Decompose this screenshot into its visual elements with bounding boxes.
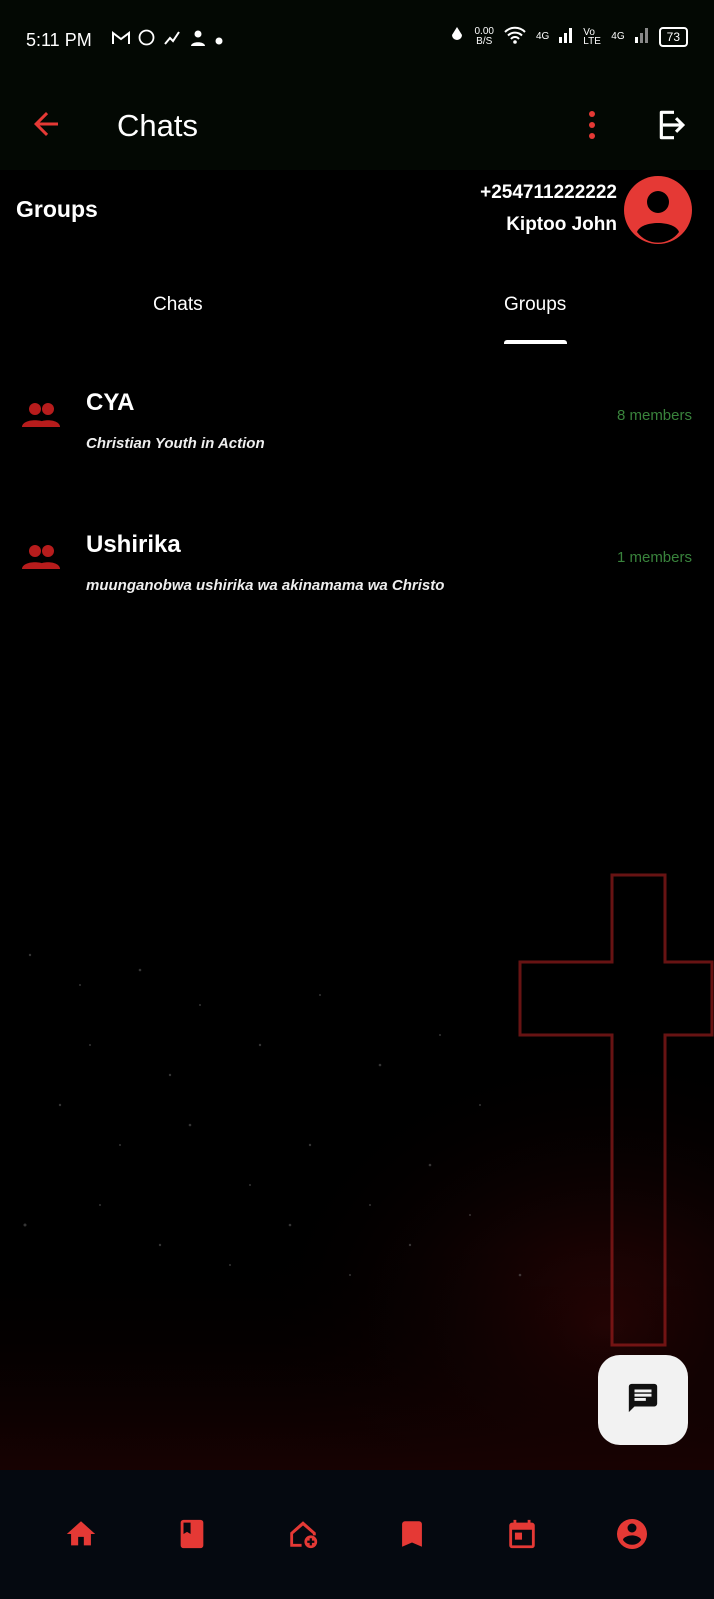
book-icon[interactable] (174, 1516, 210, 1552)
whatsapp-icon (138, 29, 155, 51)
group-icon (22, 543, 60, 576)
tab-bar: Chats Groups (0, 260, 714, 347)
user-header: Groups +254711222222 Kiptoo John (0, 170, 714, 260)
dot-icon (215, 30, 223, 50)
user-name: Kiptoo John (506, 214, 617, 235)
user-phone: +254711222222 (480, 182, 617, 203)
status-time: 5:11 PM (26, 30, 92, 50)
wifi-icon (504, 26, 526, 47)
tab-chats[interactable]: Chats (153, 294, 203, 316)
home-icon[interactable] (63, 1516, 99, 1552)
gmail-icon (112, 30, 130, 50)
data-rate-value: 0.00 (474, 25, 494, 37)
bottom-navigation (0, 1470, 714, 1599)
data-saver-icon (450, 26, 464, 47)
avatar[interactable] (624, 176, 692, 244)
signal-icon (634, 27, 649, 46)
network-1: 4G (535, 31, 550, 42)
people-icon (189, 29, 207, 51)
notification-icons (112, 29, 223, 51)
data-rate: 0.00 B/S (474, 25, 494, 47)
group-icon (22, 401, 60, 434)
back-arrow-icon[interactable] (28, 106, 64, 147)
list-item[interactable]: CYA Christian Youth in Action 8 members (0, 367, 714, 497)
bookmark-icon[interactable] (394, 1516, 430, 1552)
signal-icon (559, 27, 573, 46)
new-chat-button[interactable] (598, 1355, 688, 1445)
tab-groups[interactable]: Groups (504, 294, 566, 316)
battery-indicator: 73 (658, 26, 688, 47)
logout-icon[interactable] (655, 106, 693, 149)
add-church-icon[interactable] (285, 1516, 321, 1552)
network-2: Vo LTE (583, 26, 601, 47)
system-status: 0.00 B/S 4G Vo LTE 4G 73 (450, 26, 688, 47)
list-item[interactable]: Ushirika muunganobwa ushirika wa akinama… (0, 509, 714, 639)
member-count: 1 members (616, 549, 692, 566)
group-description: muunganobwa ushirika wa akinamama wa Chr… (86, 577, 445, 594)
tab-indicator (504, 340, 567, 344)
app-bar: Chats (0, 82, 714, 170)
group-name: CYA (86, 389, 135, 416)
group-description: Christian Youth in Action (86, 435, 265, 452)
group-name: Ushirika (86, 531, 181, 558)
chat-icon (626, 1381, 660, 1420)
section-label: Groups (16, 196, 98, 222)
more-vert-icon[interactable] (585, 108, 599, 147)
page-title: Chats (117, 108, 198, 143)
data-rate-unit: B/S (476, 35, 493, 47)
member-count: 8 members (616, 407, 692, 424)
account-icon[interactable] (614, 1516, 650, 1552)
activity-icon (163, 29, 181, 51)
calendar-icon[interactable] (504, 1516, 540, 1552)
network-3: 4G (611, 31, 625, 42)
status-bar: 5:11 PM 0.00 B/S 4G Vo LTE 4G 73 (0, 0, 714, 82)
